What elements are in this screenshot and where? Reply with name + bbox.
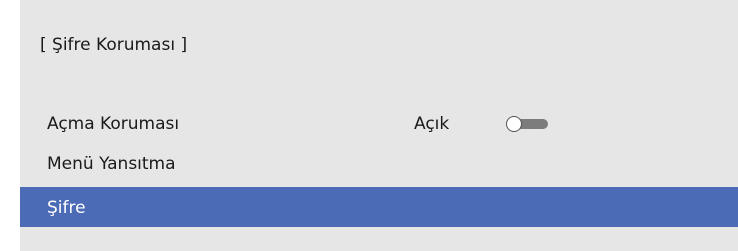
power-on-protection-toggle[interactable]	[506, 116, 550, 132]
menu-item-password[interactable]: Şifre	[20, 187, 738, 227]
panel-title: [ Şifre Koruması ]	[40, 35, 188, 55]
menu-item-value: Açık	[414, 114, 450, 134]
menu-item-menu-reflection[interactable]: Menü Yansıtma	[20, 145, 738, 182]
menu-item-label: Açma Koruması	[47, 114, 180, 134]
panel-footer	[20, 232, 738, 251]
menu-item-power-on-protection[interactable]: Açma Koruması Açık	[20, 105, 738, 142]
panel-header: [ Şifre Koruması ]	[20, 0, 738, 99]
password-protection-panel: [ Şifre Koruması ] Açma Koruması Açık Me…	[20, 0, 738, 251]
toggle-knob	[506, 116, 522, 132]
menu-item-label: Menü Yansıtma	[47, 154, 176, 174]
menu-item-label: Şifre	[47, 198, 86, 218]
